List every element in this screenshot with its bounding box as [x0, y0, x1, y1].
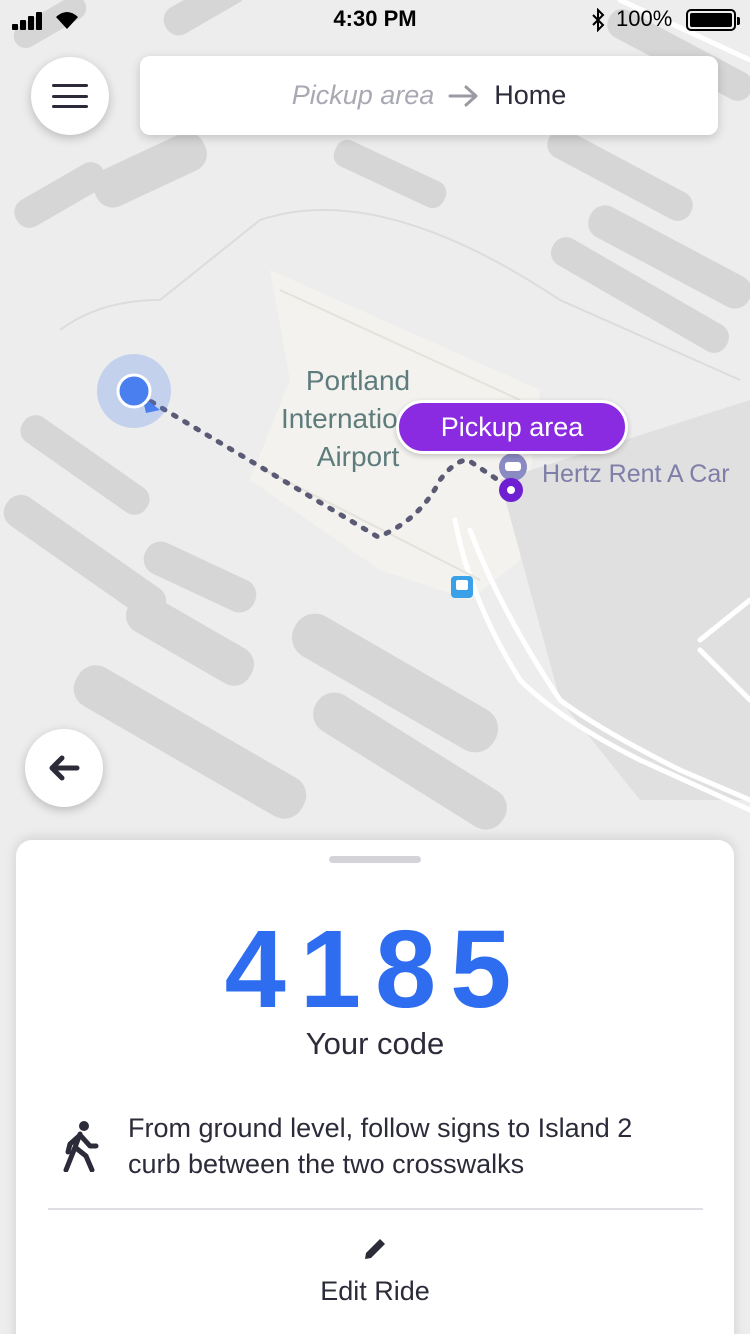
pickup-instructions: From ground level, follow signs to Islan… — [128, 1113, 633, 1179]
edit-ride-button[interactable]: Edit Ride — [16, 1276, 734, 1307]
menu-button[interactable] — [31, 57, 109, 135]
sheet-drag-handle[interactable] — [329, 856, 421, 863]
route-from: Pickup area — [291, 80, 435, 110]
route-summary[interactable]: Pickup area Home — [140, 56, 718, 135]
pickup-area-bubble[interactable]: Pickup area — [396, 400, 628, 454]
arrow-left-icon — [49, 755, 80, 781]
pencil-icon[interactable] — [362, 1236, 388, 1262]
airport-label-line-1: Portland — [305, 365, 411, 396]
pickup-code-label: Your code — [305, 1026, 445, 1061]
battery-icon — [686, 9, 740, 31]
pickup-code: 4185 — [224, 908, 526, 1031]
ride-details-sheet: 4185 Your code From ground level, follow… — [16, 840, 734, 1334]
back-button[interactable] — [25, 729, 103, 807]
battery-percent: 100% — [616, 6, 673, 31]
walking-icon — [63, 1121, 99, 1172]
poi-label: Hertz Rent A Car — [542, 460, 730, 488]
bluetooth-icon — [592, 8, 605, 32]
arrow-right-icon — [448, 85, 478, 106]
divider — [48, 1208, 703, 1210]
route-to: Home — [494, 80, 567, 110]
status-bar: 4:30 PM 100% — [0, 0, 750, 40]
hamburger-icon — [52, 84, 88, 108]
